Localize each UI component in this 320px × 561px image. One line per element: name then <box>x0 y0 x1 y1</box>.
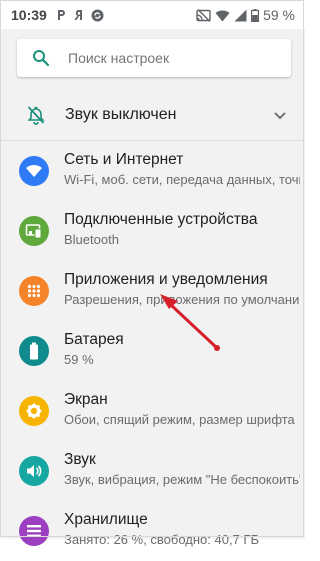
settings-item-battery[interactable]: Батарея 59 % <box>1 321 305 381</box>
settings-item-title: Батарея <box>64 331 124 348</box>
apps-icon <box>19 276 49 306</box>
settings-item-title: Звук <box>64 451 96 468</box>
settings-item-subtitle: Занято: 26 %, свободно: 40,7 ГБ <box>64 532 259 547</box>
status-time: 10:39 <box>11 7 47 23</box>
settings-item-subtitle: Обои, спящий режим, размер шрифта <box>64 412 295 427</box>
battery-icon <box>19 336 49 366</box>
signal-status-icon <box>234 9 247 22</box>
settings-item-subtitle: Wi-Fi, моб. сети, передача данных, точка… <box>64 172 300 187</box>
status-bar: 10:39 59 % <box>1 1 305 29</box>
search-area: Поиск настроек <box>1 29 305 88</box>
settings-item-apps[interactable]: Приложения и уведомления Разрешения, при… <box>1 261 305 321</box>
sync-notification-icon <box>91 9 104 22</box>
settings-item-subtitle: 59 % <box>64 352 94 367</box>
display-icon <box>19 396 49 426</box>
battery-percent: 59 % <box>263 7 295 23</box>
settings-item-display[interactable]: Экран Обои, спящий режим, размер шрифта <box>1 381 305 441</box>
p-notification-icon <box>55 9 67 21</box>
chevron-down-icon[interactable] <box>273 108 287 122</box>
settings-item-subtitle: Звук, вибрация, режим "Не беспокоить" <box>64 472 300 487</box>
dnd-label: Звук выключен <box>65 106 177 123</box>
settings-list: Звук выключен Сеть и Интернет Wi-Fi, моб… <box>1 88 305 547</box>
settings-item-title: Подключенные устройства <box>64 211 258 228</box>
settings-item-network[interactable]: Сеть и Интернет Wi-Fi, моб. сети, переда… <box>1 141 305 201</box>
battery-status-icon <box>251 8 260 22</box>
settings-item-sound[interactable]: Звук Звук, вибрация, режим "Не беспокоит… <box>1 441 305 501</box>
ya-notification-icon <box>74 9 84 21</box>
devices-icon <box>19 216 49 246</box>
settings-item-title: Сеть и Интернет <box>64 151 184 168</box>
notifications-off-icon <box>25 104 47 126</box>
storage-icon <box>19 516 49 546</box>
settings-item-title: Экран <box>64 391 108 408</box>
settings-item-title: Хранилище <box>64 511 148 528</box>
search-input[interactable]: Поиск настроек <box>17 39 291 77</box>
settings-item-subtitle: Bluetooth <box>64 232 119 247</box>
dnd-suggestion[interactable]: Звук выключен <box>1 90 305 140</box>
search-placeholder: Поиск настроек <box>68 50 170 66</box>
settings-item-devices[interactable]: Подключенные устройства Bluetooth <box>1 201 305 261</box>
settings-item-subtitle: Разрешения, приложения по умолчанию <box>64 292 300 307</box>
wifi-status-icon <box>215 9 230 22</box>
settings-item-title: Приложения и уведомления <box>64 271 268 288</box>
search-icon <box>32 49 50 67</box>
cast-off-icon <box>196 8 211 22</box>
sound-icon <box>19 456 49 486</box>
settings-item-storage[interactable]: Хранилище Занято: 26 %, свободно: 40,7 Г… <box>1 501 305 561</box>
wifi-icon <box>19 156 49 186</box>
